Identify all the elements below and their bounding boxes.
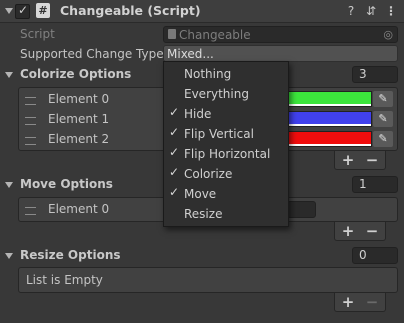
color-field[interactable] [288, 91, 372, 107]
colorize-foldout-arrow-icon[interactable] [5, 72, 13, 78]
eyedropper-icon[interactable]: ✎ [373, 111, 393, 127]
color-field[interactable] [288, 131, 372, 147]
add-element-button[interactable]: + [339, 294, 357, 310]
script-field: Changeable ◎ [163, 26, 398, 43]
change-types-menu: Nothing Everything ✓ Hide ✓ Flip Vertica… [163, 61, 289, 227]
supported-change-types-dropdown[interactable]: Mixed... [163, 45, 398, 62]
script-icon: # [36, 3, 50, 18]
eyedropper-icon[interactable]: ✎ [373, 131, 393, 147]
check-icon: ✓ [169, 105, 180, 119]
remove-element-button[interactable]: − [363, 223, 381, 239]
color-field[interactable] [288, 111, 372, 127]
script-file-icon [168, 29, 176, 39]
foldout-arrow-icon[interactable] [5, 8, 13, 14]
dropdown-value: Mixed... [167, 47, 214, 61]
script-field-value: Changeable [179, 28, 251, 42]
resize-options-title: Resize Options [20, 248, 121, 262]
supported-change-types-label: Supported Change Types [20, 47, 170, 61]
list-empty-label: List is Empty [26, 273, 103, 287]
component-title: Changeable (Script) [60, 3, 201, 18]
presets-icon[interactable]: ⇵ [364, 4, 378, 18]
menu-item-hide[interactable]: ✓ Hide [164, 104, 288, 124]
menu-item-flip-horizontal[interactable]: ✓ Flip Horizontal [164, 144, 288, 164]
remove-element-button: − [365, 293, 379, 311]
colorize-element-label: Element 1 [48, 112, 110, 126]
move-count-field[interactable]: 1 [352, 176, 398, 193]
check-icon: ✓ [169, 125, 180, 139]
menu-item-flip-vertical[interactable]: ✓ Flip Vertical [164, 124, 288, 144]
menu-item-nothing[interactable]: Nothing [164, 64, 288, 84]
menu-item-move[interactable]: ✓ Move [164, 184, 288, 204]
add-element-button[interactable]: + [339, 223, 357, 239]
help-icon[interactable]: ? [344, 4, 358, 18]
move-element-label: Element 0 [48, 202, 110, 216]
check-icon: ✓ [169, 165, 180, 179]
remove-element-button[interactable]: − [363, 152, 381, 168]
colorize-options-title: Colorize Options [20, 67, 132, 81]
drag-handle-icon[interactable] [25, 207, 36, 215]
eyedropper-icon[interactable]: ✎ [373, 91, 393, 107]
object-picker-icon: ◎ [383, 28, 393, 41]
move-options-title: Move Options [20, 177, 113, 191]
drag-handle-icon[interactable] [25, 117, 36, 125]
colorize-count-field[interactable]: 3 [352, 66, 398, 83]
resize-count-field[interactable]: 0 [352, 247, 398, 264]
check-icon: ✓ [169, 145, 180, 159]
menu-item-resize[interactable]: Resize [164, 204, 288, 224]
add-element-button[interactable]: + [339, 152, 357, 168]
resize-foldout-arrow-icon[interactable] [5, 253, 13, 259]
check-icon: ✓ [169, 185, 180, 199]
component-enabled-checkbox[interactable] [15, 3, 30, 19]
colorize-element-label: Element 0 [48, 92, 110, 106]
menu-item-colorize[interactable]: ✓ Colorize [164, 164, 288, 184]
kebab-menu-icon[interactable]: ⋮ [384, 4, 398, 18]
drag-handle-icon[interactable] [25, 137, 36, 145]
menu-item-everything[interactable]: Everything [164, 84, 288, 104]
vector-field[interactable] [287, 201, 316, 218]
script-label: Script [20, 27, 55, 41]
move-foldout-arrow-icon[interactable] [5, 182, 13, 188]
colorize-element-label: Element 2 [48, 132, 110, 146]
drag-handle-icon[interactable] [25, 97, 36, 105]
